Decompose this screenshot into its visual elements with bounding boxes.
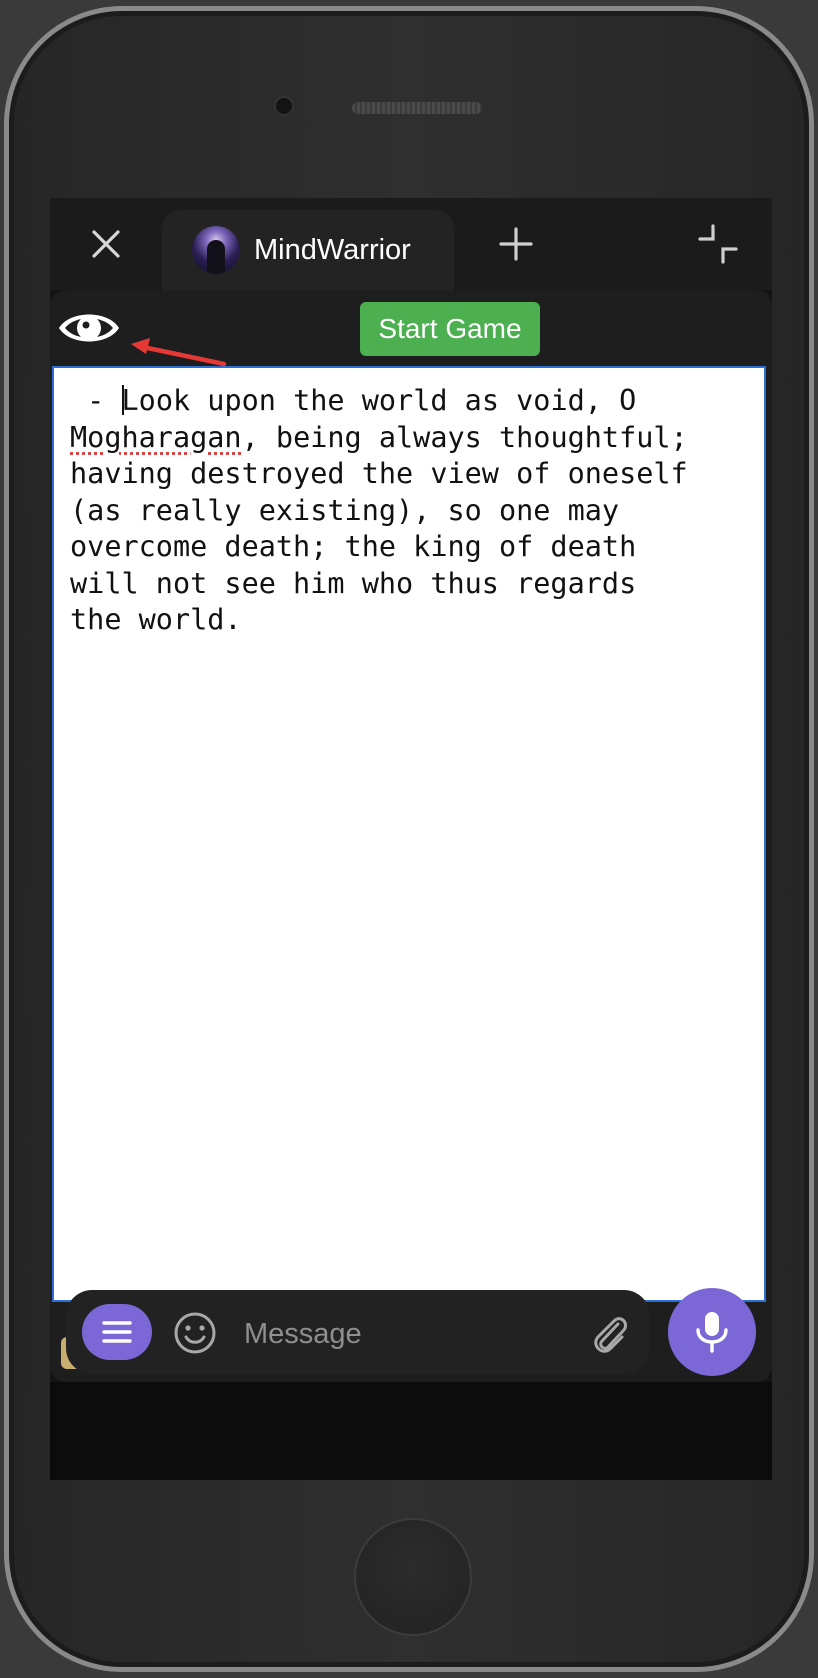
close-icon: [92, 230, 120, 258]
eye-icon[interactable]: [56, 306, 122, 350]
menu-button[interactable]: [82, 1304, 152, 1360]
game-panel: Start Game - Look upon the world as void…: [50, 290, 772, 1382]
add-tab-button[interactable]: [486, 214, 546, 274]
text-line-1: Look upon the world as void, O: [121, 384, 637, 417]
paperclip-icon[interactable]: [588, 1310, 630, 1356]
avatar: [192, 226, 240, 274]
text-prefix: -: [70, 384, 122, 417]
emoji-icon[interactable]: [172, 1310, 218, 1356]
plus-icon: [499, 227, 533, 261]
earpiece-speaker: [352, 102, 482, 114]
chat-background: [50, 1382, 772, 1480]
menu-icon: [102, 1321, 132, 1343]
microphone-icon: [696, 1312, 728, 1353]
close-tab-button[interactable]: [76, 214, 136, 274]
app-screen: MindWarrior Start Game - Look upon the w…: [50, 198, 772, 1480]
start-game-button[interactable]: Start Game: [360, 302, 540, 356]
minimize-icon: [698, 224, 738, 264]
tab-title: MindWarrior: [254, 233, 411, 266]
tab-bar: MindWarrior: [50, 198, 772, 290]
voice-record-button[interactable]: [668, 1288, 756, 1376]
annotation-arrow: [131, 338, 227, 367]
home-button[interactable]: [354, 1518, 472, 1636]
misspelled-word: Mogharagan: [70, 420, 242, 454]
front-camera: [276, 98, 292, 114]
text-editor[interactable]: - Look upon the world as void, O Moghara…: [52, 366, 766, 1302]
message-input[interactable]: [242, 1310, 536, 1358]
tab-mindwarrior[interactable]: MindWarrior: [162, 210, 454, 290]
minimize-button[interactable]: [688, 214, 748, 274]
